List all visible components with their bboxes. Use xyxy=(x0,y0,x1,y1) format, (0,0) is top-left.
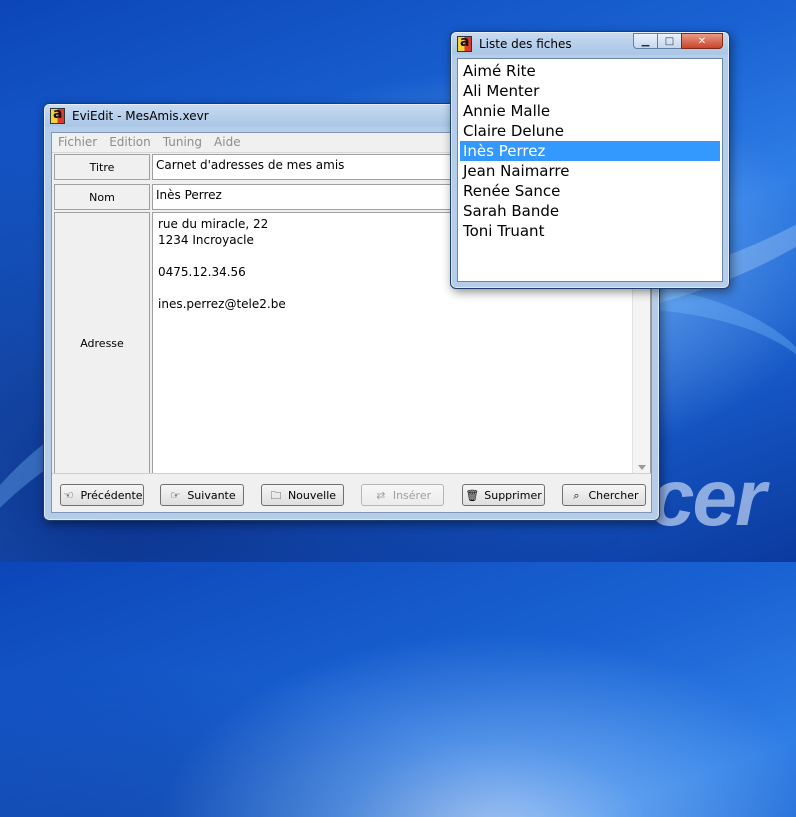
list-item[interactable]: Inès Perrez xyxy=(460,141,720,161)
maximize-icon[interactable]: □ xyxy=(657,33,682,49)
inserer-button[interactable]: ⇄ Insérer xyxy=(361,484,444,506)
list-item[interactable]: Toni Truant xyxy=(460,221,720,241)
suivante-label: Suivante xyxy=(187,488,236,502)
fiches-listbox[interactable]: Aimé Rite Ali Menter Annie Malle Claire … xyxy=(460,61,720,279)
window-controls: ▁ □ ✕ xyxy=(633,33,723,49)
list-item[interactable]: Ali Menter xyxy=(460,81,720,101)
list-item[interactable]: Aimé Rite xyxy=(460,61,720,81)
list-item[interactable]: Claire Delune xyxy=(460,121,720,141)
wallpaper-logo: cer xyxy=(650,453,766,542)
button-bar: ☜ Précédente ☞ Suivante 🗀 Nouvelle ⇄ Insérer… xyxy=(52,473,651,512)
menu-fichier[interactable]: Fichier xyxy=(52,133,103,149)
adresse-line: rue du miracle, 22 xyxy=(158,217,269,231)
adresse-line: 1234 Incroyacle xyxy=(158,233,254,247)
adresse-line xyxy=(158,280,286,296)
window-title: EviEdit - MesAmis.xevr xyxy=(72,109,209,123)
titre-label: Titre xyxy=(54,154,150,180)
menu-tuning[interactable]: Tuning xyxy=(157,133,208,149)
supprimer-button[interactable]: 🗑 Supprimer xyxy=(462,484,545,506)
precedente-button[interactable]: ☜ Précédente xyxy=(60,484,144,506)
adresse-text: rue du miracle, 22 1234 Incroyacle 0475.12… xyxy=(158,216,286,312)
adresse-line: 0475.12.34.56 xyxy=(158,265,246,279)
adresse-label: Adresse xyxy=(54,212,150,475)
list-item[interactable]: Annie Malle xyxy=(460,101,720,121)
menu-aide[interactable]: Aide xyxy=(208,133,247,149)
inserer-label: Insérer xyxy=(392,488,432,502)
window-titlebar[interactable]: Liste des fiches ▁ □ ✕ xyxy=(451,32,729,56)
scroll-down-icon[interactable] xyxy=(638,465,646,470)
nouvelle-button[interactable]: 🗀 Nouvelle xyxy=(261,484,344,506)
app-icon[interactable] xyxy=(50,106,65,124)
supprimer-label: Supprimer xyxy=(484,488,542,502)
minimize-icon[interactable]: ▁ xyxy=(633,33,658,49)
adresse-line xyxy=(158,248,286,264)
trash-icon: 🗑 xyxy=(465,488,480,502)
nouvelle-label: Nouvelle xyxy=(287,488,337,502)
hand-left-icon: ☜ xyxy=(63,488,74,502)
window-title: Liste des fiches xyxy=(479,37,572,51)
folder-icon: 🗀 xyxy=(270,488,282,502)
suivante-button[interactable]: ☞ Suivante xyxy=(160,484,244,506)
menu-edition[interactable]: Edition xyxy=(103,133,157,149)
chercher-button[interactable]: ⌕ Chercher xyxy=(562,484,646,506)
list-item[interactable]: Jean Naimarre xyxy=(460,161,720,181)
nom-label: Nom xyxy=(54,184,150,210)
insert-icon: ⇄ xyxy=(376,488,386,502)
hand-right-icon: ☞ xyxy=(170,488,181,502)
liste-des-fiches-window: Liste des fiches ▁ □ ✕ Aimé Rite Ali Men… xyxy=(450,31,730,289)
list-client: Aimé Rite Ali Menter Annie Malle Claire … xyxy=(457,58,723,282)
precedente-label: Précédente xyxy=(80,488,143,502)
app-icon[interactable] xyxy=(457,34,472,52)
close-icon[interactable]: ✕ xyxy=(681,33,723,49)
magnifier-icon: ⌕ xyxy=(573,488,580,502)
list-item[interactable]: Sarah Bande xyxy=(460,201,720,221)
chercher-label: Chercher xyxy=(588,488,639,502)
adresse-line: ines.perrez@tele2.be xyxy=(158,297,286,311)
list-item[interactable]: Renée Sance xyxy=(460,181,720,201)
